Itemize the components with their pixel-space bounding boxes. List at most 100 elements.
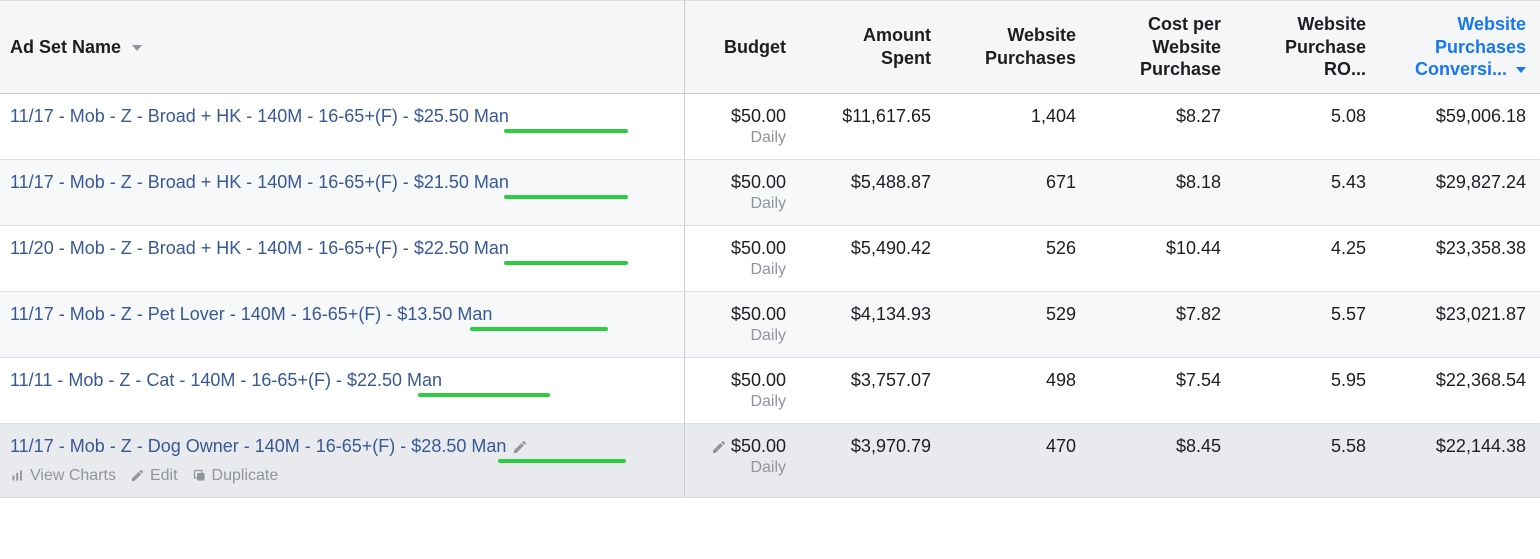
cpp-cell: $10.44 [1090, 226, 1235, 292]
roas-cell: 5.58 [1235, 424, 1380, 498]
amount-spent-cell: $5,488.87 [800, 160, 945, 226]
duplicate-button[interactable]: Duplicate [192, 467, 279, 485]
table-row[interactable]: 11/17 - Mob - Z - Broad + HK - 140M - 16… [0, 94, 1540, 160]
roas-cell: 5.08 [1235, 94, 1380, 160]
adset-name-prefix: 11/11 - Mob - Z - Cat - 140M - 16-65+(F)… [10, 370, 347, 390]
budget-cell: $50.00 Daily [685, 94, 800, 160]
table-row[interactable]: 11/17 - Mob - Z - Broad + HK - 140M - 16… [0, 160, 1540, 226]
budget-amount: $50.00 [731, 238, 786, 258]
budget-cell: $50.00 Daily [685, 160, 800, 226]
purchases-cell: 529 [945, 292, 1090, 358]
adset-name-prefix: 11/17 - Mob - Z - Broad + HK - 140M - 16… [10, 106, 414, 126]
adset-name-link[interactable]: 11/17 - Mob - Z - Dog Owner - 140M - 16-… [10, 436, 506, 461]
highlight-underline [470, 327, 608, 331]
conv-value-cell: $59,006.18 [1380, 94, 1540, 160]
purchases-cell: 470 [945, 424, 1090, 498]
adset-name-cell[interactable]: 11/11 - Mob - Z - Cat - 140M - 16-65+(F)… [0, 358, 685, 424]
table-row[interactable]: 11/17 - Mob - Z - Pet Lover - 140M - 16-… [0, 292, 1540, 358]
table-row[interactable]: 11/17 - Mob - Z - Dog Owner - 140M - 16-… [0, 424, 1540, 498]
adset-name-prefix: 11/20 - Mob - Z - Broad + HK - 140M - 16… [10, 238, 414, 258]
cpp-cell: $8.18 [1090, 160, 1235, 226]
adset-name-prefix: 11/17 - Mob - Z - Broad + HK - 140M - 16… [10, 172, 414, 192]
budget-amount: $50.00 [731, 304, 786, 324]
view-charts-button[interactable]: View Charts [10, 467, 116, 485]
sort-caret-icon[interactable] [1516, 67, 1526, 73]
col-header-name[interactable]: Ad Set Name [0, 0, 685, 94]
sort-caret-icon[interactable] [132, 45, 142, 51]
col-header-conv[interactable]: Website Purchases Conversi... [1380, 0, 1540, 94]
adset-name-link[interactable]: 11/17 - Mob - Z - Pet Lover - 140M - 16-… [10, 304, 492, 329]
budget-cell: $50.00Daily [685, 358, 800, 424]
inline-edit-name-button[interactable] [512, 436, 528, 456]
budget-amount: $50.00 [731, 370, 786, 390]
roas-cell: 5.57 [1235, 292, 1380, 358]
adset-name-suffix: $22.50 Man [414, 238, 509, 258]
cpp-cell: $8.27 [1090, 94, 1235, 160]
col-header-budget[interactable]: Budget [685, 0, 800, 94]
conv-value-cell: $23,358.38 [1380, 226, 1540, 292]
purchases-cell: 671 [945, 160, 1090, 226]
col-header-roas[interactable]: Website Purchase RO... [1235, 0, 1380, 94]
budget-cell: $50.00 Daily [685, 292, 800, 358]
roas-cell: 4.25 [1235, 226, 1380, 292]
amount-spent-cell: $3,970.79 [800, 424, 945, 498]
budget-period: Daily [695, 261, 786, 279]
adset-table: Ad Set Name Budget Amount Spent Website … [0, 0, 1540, 498]
adset-name-link[interactable]: 11/20 - Mob - Z - Broad + HK - 140M - 16… [10, 238, 509, 263]
budget-amount: $50.00 [731, 106, 786, 126]
roas-cell: 5.95 [1235, 358, 1380, 424]
adset-name-link[interactable]: 11/17 - Mob - Z - Broad + HK - 140M - 16… [10, 172, 509, 197]
col-header-spent[interactable]: Amount Spent [800, 0, 945, 94]
budget-amount: $50.00 [731, 436, 786, 456]
adset-name-cell[interactable]: 11/20 - Mob - Z - Broad + HK - 140M - 16… [0, 226, 685, 292]
budget-period: Daily [695, 327, 786, 345]
conv-value-cell: $23,021.87 [1380, 292, 1540, 358]
adset-name-suffix: $21.50 Man [414, 172, 509, 192]
table-row[interactable]: 11/20 - Mob - Z - Broad + HK - 140M - 16… [0, 226, 1540, 292]
table-row[interactable]: 11/11 - Mob - Z - Cat - 140M - 16-65+(F)… [0, 358, 1540, 424]
adset-name-prefix: 11/17 - Mob - Z - Pet Lover - 140M - 16-… [10, 304, 397, 324]
adset-name-cell[interactable]: 11/17 - Mob - Z - Pet Lover - 140M - 16-… [0, 292, 685, 358]
amount-spent-cell: $4,134.93 [800, 292, 945, 358]
cpp-cell: $8.45 [1090, 424, 1235, 498]
highlight-underline [504, 261, 628, 265]
adset-name-cell[interactable]: 11/17 - Mob - Z - Broad + HK - 140M - 16… [0, 94, 685, 160]
col-header-cpp[interactable]: Cost per Website Purchase [1090, 0, 1235, 94]
highlight-underline [498, 459, 626, 463]
duplicate-label: Duplicate [212, 467, 279, 485]
adset-name-suffix: $22.50 Man [347, 370, 442, 390]
col-header-name-label: Ad Set Name [10, 37, 121, 57]
adset-name-cell[interactable]: 11/17 - Mob - Z - Dog Owner - 140M - 16-… [0, 424, 685, 498]
roas-cell: 5.43 [1235, 160, 1380, 226]
conv-value-cell: $22,368.54 [1380, 358, 1540, 424]
row-actions: View Charts Edit Duplicate [10, 467, 670, 485]
budget-cell: $50.00 Daily [685, 424, 800, 498]
adset-name-suffix: $13.50 Man [397, 304, 492, 324]
adset-name-suffix: $25.50 Man [414, 106, 509, 126]
conv-value-cell: $22,144.38 [1380, 424, 1540, 498]
header-row: Ad Set Name Budget Amount Spent Website … [0, 0, 1540, 94]
conv-value-cell: $29,827.24 [1380, 160, 1540, 226]
purchases-cell: 1,404 [945, 94, 1090, 160]
adset-name-prefix: 11/17 - Mob - Z - Dog Owner - 140M - 16-… [10, 436, 411, 456]
budget-amount: $50.00 [731, 172, 786, 192]
cpp-cell: $7.82 [1090, 292, 1235, 358]
adset-name-cell[interactable]: 11/17 - Mob - Z - Broad + HK - 140M - 16… [0, 160, 685, 226]
amount-spent-cell: $3,757.07 [800, 358, 945, 424]
budget-cell: $50.00 Daily [685, 226, 800, 292]
cpp-cell: $7.54 [1090, 358, 1235, 424]
col-header-purchases[interactable]: Website Purchases [945, 0, 1090, 94]
adset-name-link[interactable]: 11/17 - Mob - Z - Broad + HK - 140M - 16… [10, 106, 509, 131]
purchases-cell: 526 [945, 226, 1090, 292]
amount-spent-cell: $5,490.42 [800, 226, 945, 292]
adset-name-suffix: $28.50 Man [411, 436, 506, 456]
highlight-underline [504, 195, 628, 199]
budget-period: Daily [695, 129, 786, 147]
highlight-underline [418, 393, 550, 397]
view-charts-label: View Charts [30, 467, 116, 485]
budget-period: Daily [695, 195, 786, 213]
inline-edit-budget-button[interactable] [711, 436, 727, 456]
adset-name-link[interactable]: 11/11 - Mob - Z - Cat - 140M - 16-65+(F)… [10, 370, 442, 395]
edit-button[interactable]: Edit [130, 467, 178, 485]
budget-period: Daily [695, 459, 786, 477]
